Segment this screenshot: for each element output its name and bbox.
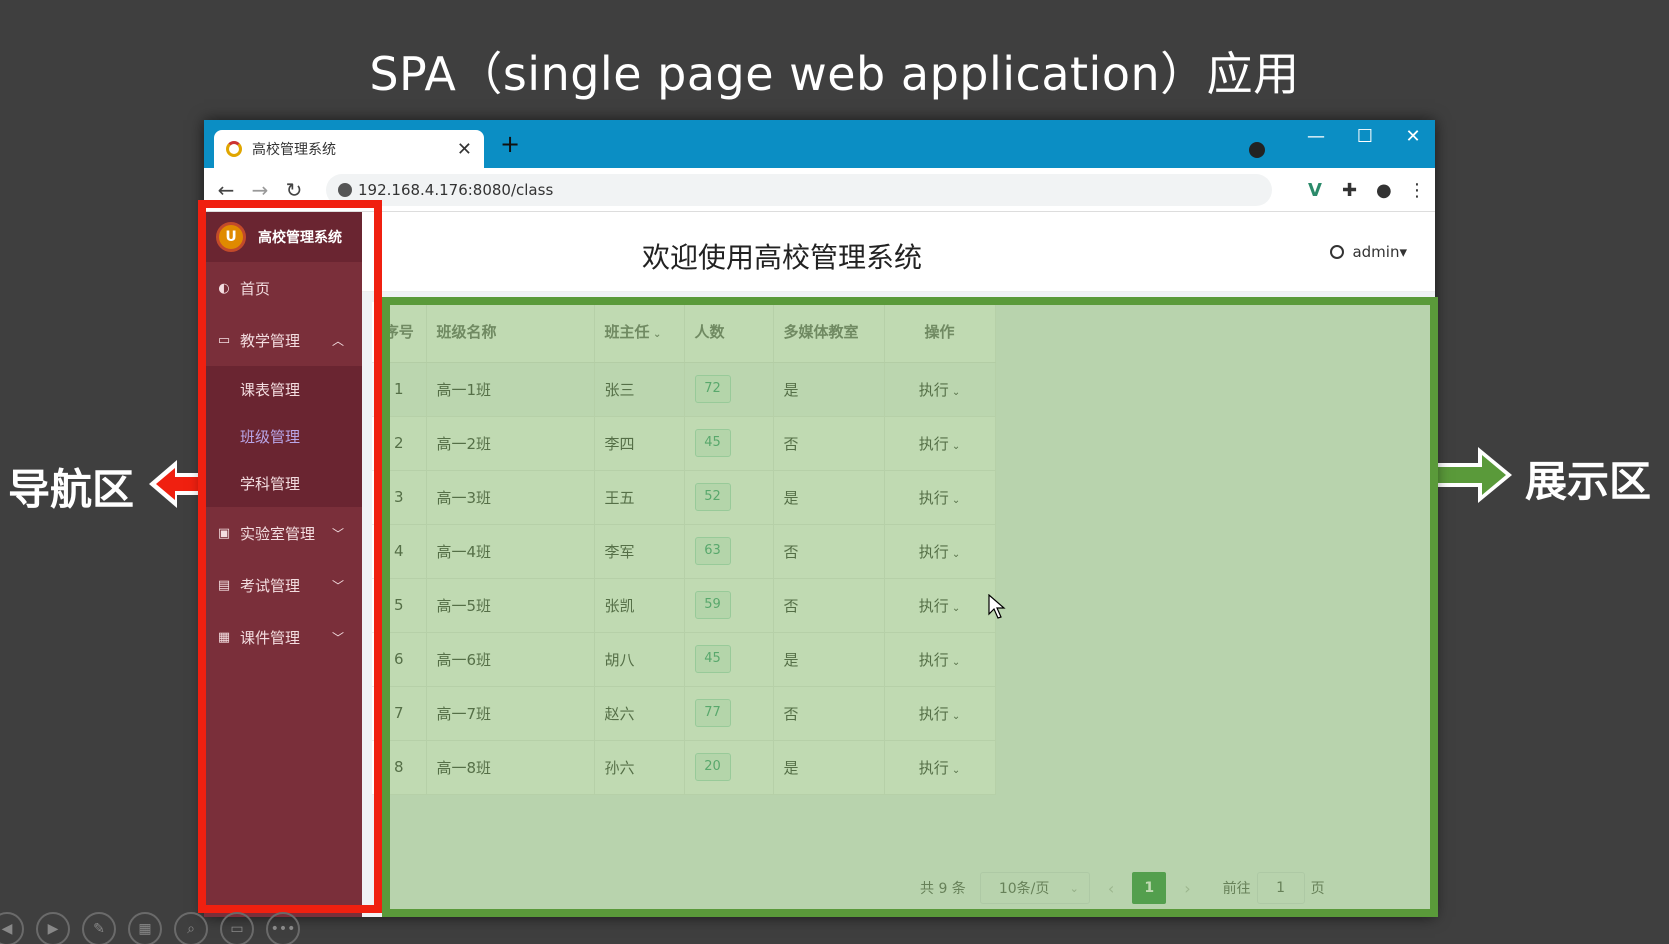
caret-down-icon: ▾ [1399, 243, 1407, 261]
show-area-highlight [382, 297, 1438, 917]
user-icon [1330, 245, 1345, 259]
new-tab-button[interactable]: + [496, 130, 524, 158]
vue-devtools-icon[interactable]: V [1308, 180, 1322, 201]
username: admin [1352, 243, 1400, 261]
site-info-icon[interactable] [338, 183, 352, 197]
url-input[interactable]: 192.168.4.176:8080/class [326, 174, 1272, 206]
kebab-menu-icon[interactable]: ⋮ [1408, 180, 1426, 201]
maximize-button[interactable]: ☐ [1350, 126, 1380, 147]
subtitles-icon[interactable]: ▭ [220, 912, 254, 944]
slides-grid-icon[interactable]: ▦ [128, 912, 162, 944]
extensions-puzzle-icon[interactable]: ✚ [1342, 180, 1357, 201]
nav-area-highlight [198, 200, 382, 913]
show-area-label: 展示区 [1525, 457, 1652, 506]
reload-icon[interactable]: ↻ [282, 178, 306, 202]
profile-icon[interactable]: ● [1376, 180, 1392, 201]
back-arrow-icon[interactable]: ← [214, 178, 238, 202]
more-options-icon[interactable]: ••• [266, 912, 300, 944]
slideshow-toolbar: ◀ ▶ ✎ ▦ ⌕ ▭ ••• [0, 912, 312, 944]
forward-arrow-icon[interactable]: → [248, 178, 272, 202]
page-title: 欢迎使用高校管理系统 [642, 241, 923, 274]
tab-title: 高校管理系统 [252, 142, 336, 158]
pen-icon[interactable]: ✎ [82, 912, 116, 944]
tab-bar: 高校管理系统 ✕ + — ☐ ✕ [204, 120, 1435, 168]
app-header: 欢迎使用高校管理系统 admin ▾ [362, 212, 1435, 292]
address-bar: ← → ↻ 192.168.4.176:8080/class V ✚ ● ⋮ [204, 168, 1435, 212]
close-window-button[interactable]: ✕ [1398, 126, 1428, 147]
mouse-cursor-icon [988, 594, 1006, 619]
favicon-icon [226, 141, 242, 157]
zoom-icon[interactable]: ⌕ [174, 912, 208, 944]
prev-slide-icon[interactable]: ◀ [0, 912, 24, 944]
tab-close-icon[interactable]: ✕ [457, 139, 472, 160]
url-text: 192.168.4.176:8080/class [358, 181, 554, 199]
tab-search-icon[interactable] [1249, 142, 1265, 158]
slide-title: SPA（single page web application）应用 [369, 47, 1300, 101]
minimize-button[interactable]: — [1301, 126, 1331, 147]
nav-area-label: 导航区 [8, 465, 135, 514]
next-slide-icon[interactable]: ▶ [36, 912, 70, 944]
browser-tab[interactable]: 高校管理系统 ✕ [214, 130, 484, 168]
user-menu[interactable]: admin ▾ [1330, 243, 1407, 261]
